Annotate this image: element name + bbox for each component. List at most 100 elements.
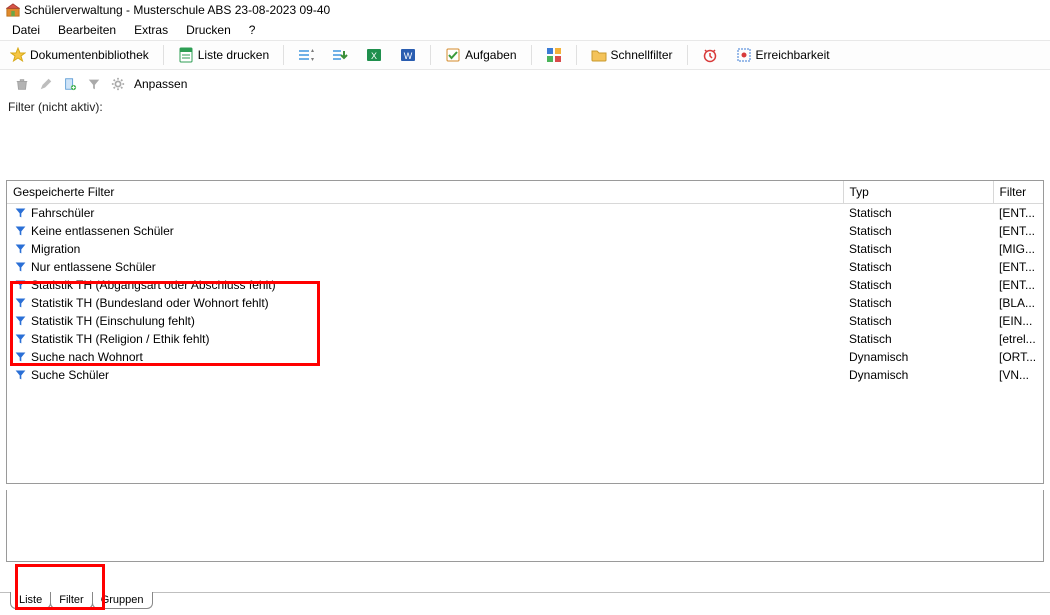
menu-extras[interactable]: Extras bbox=[126, 21, 176, 39]
funnel-icon bbox=[13, 350, 27, 364]
funnel-icon bbox=[13, 242, 27, 256]
col-header-type[interactable]: Typ bbox=[843, 181, 993, 204]
print-list-button[interactable]: Liste drucken bbox=[174, 45, 273, 65]
star-icon bbox=[10, 47, 26, 63]
customize-label[interactable]: Anpassen bbox=[134, 77, 187, 91]
filter-expr: [ENT... bbox=[993, 258, 1043, 276]
reachability-label: Erreichbarkeit bbox=[756, 48, 830, 62]
bottom-tabs: Liste Filter Gruppen bbox=[10, 592, 152, 609]
filter-name: Nur entlassene Schüler bbox=[31, 260, 156, 274]
table-row[interactable]: Statistik TH (Einschulung fehlt)Statisch… bbox=[7, 312, 1043, 330]
spreadsheet-icon bbox=[178, 47, 194, 63]
table-row[interactable]: Nur entlassene Schüler Statisch[ENT... bbox=[7, 258, 1043, 276]
toolbar-separator bbox=[687, 45, 688, 65]
table-row[interactable]: Suche Schüler Dynamisch[VN... bbox=[7, 366, 1043, 384]
tab-filter[interactable]: Filter bbox=[50, 592, 92, 609]
menu-help[interactable]: ? bbox=[241, 21, 264, 39]
checkbox-icon bbox=[445, 47, 461, 63]
filter-type: Dynamisch bbox=[843, 366, 993, 384]
svg-text:X: X bbox=[371, 51, 377, 61]
table-row[interactable]: Migration Statisch[MIG... bbox=[7, 240, 1043, 258]
print-list-label: Liste drucken bbox=[198, 48, 269, 62]
grid-view-button[interactable] bbox=[542, 45, 566, 65]
col-header-name[interactable]: Gespeicherte Filter bbox=[7, 181, 843, 204]
filter-expr: [EIN... bbox=[993, 312, 1043, 330]
menu-edit[interactable]: Bearbeiten bbox=[50, 21, 124, 39]
list-lines-icon bbox=[298, 47, 314, 63]
funnel-icon bbox=[13, 260, 27, 274]
target-icon bbox=[736, 47, 752, 63]
gear-icon[interactable] bbox=[110, 76, 126, 92]
tab-groups[interactable]: Gruppen bbox=[92, 592, 153, 609]
bottom-divider bbox=[0, 592, 1050, 593]
filter-status-text: Filter (nicht aktiv): bbox=[0, 98, 1050, 124]
svg-text:W: W bbox=[404, 51, 413, 61]
list-export-down-button[interactable] bbox=[328, 45, 352, 65]
filter-name: Keine entlassenen Schüler bbox=[31, 224, 174, 238]
tab-list[interactable]: Liste bbox=[10, 592, 51, 609]
funnel-icon bbox=[13, 206, 27, 220]
filter-type: Statisch bbox=[843, 240, 993, 258]
quickfilter-button[interactable]: Schnellfilter bbox=[587, 45, 677, 65]
quickfilter-label: Schnellfilter bbox=[611, 48, 673, 62]
filter-type: Statisch bbox=[843, 330, 993, 348]
export-excel-button[interactable]: X bbox=[362, 45, 386, 65]
toolbar-separator bbox=[430, 45, 431, 65]
filter-table: Gespeicherte Filter Typ Filter Fahrschül… bbox=[6, 180, 1044, 484]
export-word-button[interactable]: W bbox=[396, 45, 420, 65]
table-row[interactable]: Suche nach Wohnort Dynamisch[ORT... bbox=[7, 348, 1043, 366]
app-icon bbox=[6, 3, 20, 17]
doc-library-button[interactable]: Dokumentenbibliothek bbox=[6, 45, 153, 65]
table-row[interactable]: FahrschülerStatisch[ENT... bbox=[7, 204, 1043, 222]
filter-type: Dynamisch bbox=[843, 348, 993, 366]
list-sort-button[interactable] bbox=[294, 45, 318, 65]
filter-type: Statisch bbox=[843, 258, 993, 276]
menu-print[interactable]: Drucken bbox=[178, 21, 239, 39]
secondary-toolbar: Anpassen bbox=[0, 70, 1050, 98]
excel-icon: X bbox=[366, 47, 382, 63]
filter-name: Suche nach Wohnort bbox=[31, 350, 143, 364]
tasks-label: Aufgaben bbox=[465, 48, 516, 62]
filter-type: Statisch bbox=[843, 276, 993, 294]
table-row[interactable]: Statistik TH (Bundesland oder Wohnort fe… bbox=[7, 294, 1043, 312]
filter-expr: [VN... bbox=[993, 366, 1043, 384]
filter-type: Statisch bbox=[843, 294, 993, 312]
filter-name: Suche Schüler bbox=[31, 368, 109, 382]
list-download-icon bbox=[332, 47, 348, 63]
tasks-button[interactable]: Aufgaben bbox=[441, 45, 520, 65]
filter-expr: [ENT... bbox=[993, 276, 1043, 294]
filter-name: Migration bbox=[31, 242, 80, 256]
table-row[interactable]: Statistik TH (Religion / Ethik fehlt) Sta… bbox=[7, 330, 1043, 348]
main-area: Gespeicherte Filter Typ Filter Fahrschül… bbox=[0, 180, 1050, 484]
folder-icon bbox=[591, 47, 607, 63]
funnel-icon[interactable] bbox=[86, 76, 102, 92]
toolbar-separator bbox=[531, 45, 532, 65]
alarm-button[interactable] bbox=[698, 45, 722, 65]
pencil-icon[interactable] bbox=[38, 76, 54, 92]
funnel-icon bbox=[13, 368, 27, 382]
table-row[interactable]: Keine entlassenen SchülerStatisch[ENT... bbox=[7, 222, 1043, 240]
filter-expr: [MIG... bbox=[993, 240, 1043, 258]
filter-name: Statistik TH (Einschulung fehlt) bbox=[31, 314, 195, 328]
document-add-icon[interactable] bbox=[62, 76, 78, 92]
table-row[interactable]: Statistik TH (Abgangsart oder Abschluss … bbox=[7, 276, 1043, 294]
filter-expr: [ORT... bbox=[993, 348, 1043, 366]
alarm-clock-icon bbox=[702, 47, 718, 63]
reachability-button[interactable]: Erreichbarkeit bbox=[732, 45, 834, 65]
filter-name: Statistik TH (Abgangsart oder Abschluss … bbox=[31, 278, 276, 292]
doc-library-label: Dokumentenbibliothek bbox=[30, 48, 149, 62]
lower-panel bbox=[6, 490, 1044, 562]
funnel-icon bbox=[13, 278, 27, 292]
filter-name: Statistik TH (Religion / Ethik fehlt) bbox=[31, 332, 210, 346]
filter-type: Statisch bbox=[843, 204, 993, 222]
filter-expr: [etrel... bbox=[993, 330, 1043, 348]
filter-name: Statistik TH (Bundesland oder Wohnort fe… bbox=[31, 296, 269, 310]
menu-file[interactable]: Datei bbox=[4, 21, 48, 39]
trash-icon[interactable] bbox=[14, 76, 30, 92]
filter-expr: [ENT... bbox=[993, 204, 1043, 222]
grid-icon bbox=[546, 47, 562, 63]
filter-expr: [ENT... bbox=[993, 222, 1043, 240]
col-header-filter[interactable]: Filter bbox=[993, 181, 1043, 204]
window-title: Schülerverwaltung - Musterschule ABS 23-… bbox=[24, 3, 330, 17]
funnel-icon bbox=[13, 314, 27, 328]
